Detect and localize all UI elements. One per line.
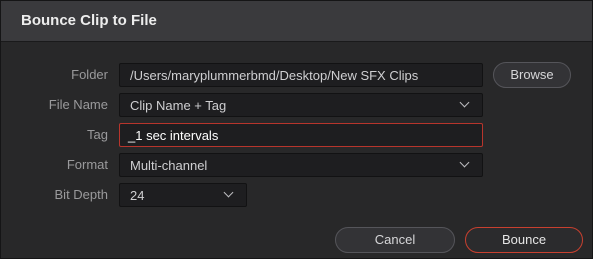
- chevron-down-icon: [223, 187, 234, 198]
- tag-value: _1 sec intervals: [128, 128, 219, 143]
- dialog-titlebar: Bounce Clip to File: [1, 1, 592, 42]
- bounce-clip-dialog: Bounce Clip to File Folder /Users/marypl…: [0, 0, 593, 259]
- cancel-button[interactable]: Cancel: [335, 227, 455, 253]
- browse-button[interactable]: Browse: [493, 62, 571, 88]
- format-select[interactable]: Multi-channel: [119, 153, 483, 177]
- file-name-select[interactable]: Clip Name + Tag: [119, 93, 483, 117]
- format-label: Format: [66, 157, 108, 172]
- chevron-down-icon: [459, 157, 470, 168]
- folder-value: /Users/maryplummerbmd/Desktop/New SFX Cl…: [130, 68, 419, 83]
- folder-field[interactable]: /Users/maryplummerbmd/Desktop/New SFX Cl…: [119, 63, 483, 87]
- bit-depth-select[interactable]: 24: [119, 183, 247, 207]
- dialog-title: Bounce Clip to File: [21, 12, 157, 29]
- tag-label: Tag: [87, 127, 108, 142]
- chevron-down-icon: [459, 97, 470, 108]
- file-name-label: File Name: [48, 97, 108, 112]
- bit-depth-value: 24: [130, 188, 145, 203]
- bounce-button[interactable]: Bounce: [465, 227, 583, 253]
- bit-depth-label: Bit Depth: [54, 187, 108, 202]
- file-name-value: Clip Name + Tag: [130, 98, 227, 113]
- format-value: Multi-channel: [130, 158, 208, 173]
- folder-label: Folder: [71, 67, 108, 82]
- tag-input[interactable]: _1 sec intervals: [119, 123, 483, 147]
